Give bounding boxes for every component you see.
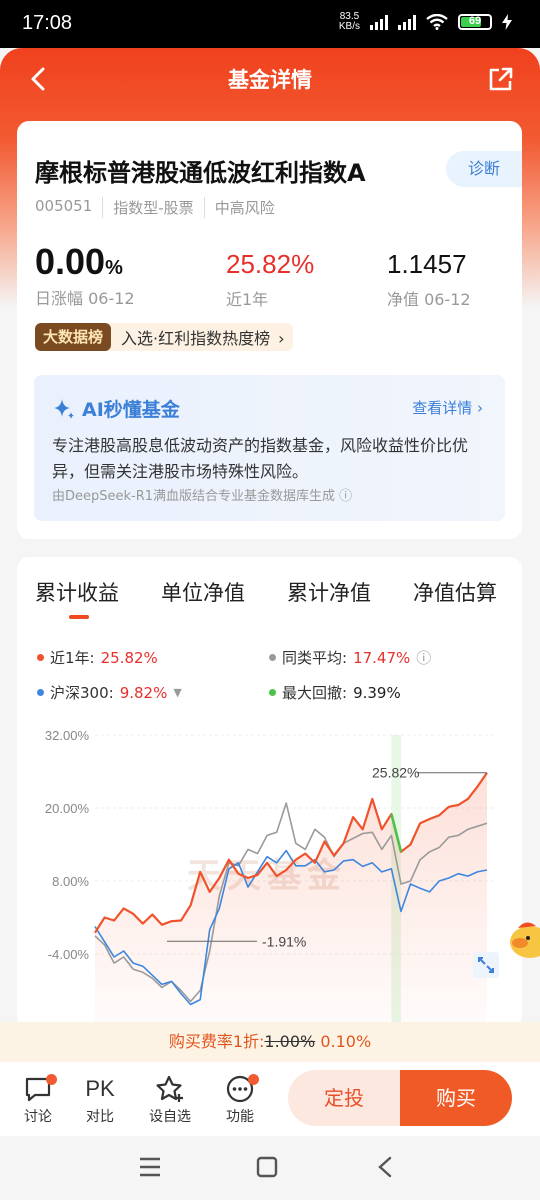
- max-annotation-label: 25.82%: [372, 765, 419, 781]
- fund-risk: 中高风险: [203, 197, 285, 218]
- buy-button[interactable]: 购买: [400, 1070, 512, 1126]
- ai-summary-box: AI秒懂基金 查看详情 › 专注港股高股息低波动资产的指数基金，风险收益性价比优…: [34, 375, 505, 521]
- return-chart[interactable]: 天天基金 32.00%20.00%8.00%-4.00%-16.00% 25.8…: [17, 727, 522, 1027]
- back-icon[interactable]: [376, 1156, 394, 1178]
- performance-card: 累计收益 单位净值 累计净值 净值估算 近1年: 25.82% 同类平均: 17.4…: [17, 557, 522, 1027]
- ai-source-note: 由DeepSeek-R1满血版结合专业基金数据库生成 ⓘ: [52, 489, 353, 504]
- y-tick-label: 32.00%: [45, 728, 90, 743]
- sparkle-icon: [54, 398, 74, 419]
- chevron-right-icon: ›: [278, 329, 285, 348]
- discuss-button[interactable]: 讨论: [13, 1072, 63, 1126]
- y-tick-label: 20.00%: [45, 801, 90, 816]
- compare-button[interactable]: PK 对比: [75, 1072, 125, 1126]
- notification-dot: [46, 1074, 57, 1085]
- ai-title: AI秒懂基金: [82, 399, 180, 421]
- legend-dot-peer: [269, 654, 276, 661]
- year-return-label: 近1年: [226, 290, 269, 309]
- fund-info-card: 摩根标普港股通低波红利指数A 诊断 005051 指数型-股票 中高风险 0.0…: [17, 121, 522, 539]
- legend-dot-fund: [37, 654, 44, 661]
- ai-detail-link[interactable]: 查看详情 ›: [412, 397, 483, 418]
- nav-stat: 1.1457 净值 06-12: [387, 249, 471, 310]
- chart-tabs: 累计收益 单位净值 累计净值 净值估算: [17, 577, 522, 617]
- features-button[interactable]: 功能: [215, 1072, 265, 1126]
- legend-fund: 近1年: 25.82%: [37, 647, 158, 668]
- nav-value: 1.1457: [387, 249, 467, 279]
- legend-dot-index: [37, 689, 44, 696]
- net-speed-indicator: 83.5 KB/s: [338, 11, 360, 32]
- day-change-value: 0.00: [35, 241, 106, 282]
- menu-icon[interactable]: [138, 1156, 162, 1178]
- rank-text: 入选·红利指数热度榜: [121, 329, 271, 348]
- rank-badge: 大数据榜: [35, 323, 112, 351]
- sip-button[interactable]: 定投: [288, 1070, 400, 1126]
- info-icon[interactable]: ⓘ: [416, 647, 431, 668]
- active-tab-indicator: [69, 615, 89, 619]
- home-icon[interactable]: [256, 1156, 278, 1178]
- tab-cumulative-return[interactable]: 累计收益: [35, 577, 119, 607]
- fund-type: 指数型-股票: [102, 197, 203, 218]
- mascot-icon[interactable]: [506, 910, 540, 960]
- signal-icon: [370, 14, 388, 30]
- legend-peer: 同类平均: 17.47% ⓘ: [269, 647, 431, 668]
- share-icon[interactable]: [486, 64, 516, 94]
- status-time: 17:08: [22, 12, 73, 34]
- signal-icon-2: [398, 14, 416, 30]
- system-nav-bar: [0, 1136, 540, 1200]
- rank-banner[interactable]: 大数据榜 入选·红利指数热度榜 ›: [35, 323, 293, 351]
- fund-code: 005051: [35, 197, 93, 215]
- legend-index[interactable]: 沪深300: 9.82% ▼: [37, 682, 182, 703]
- tab-cumulative-nav[interactable]: 累计净值: [287, 577, 371, 607]
- caret-down-icon: ▼: [173, 686, 182, 699]
- chevron-right-icon: ›: [477, 399, 483, 417]
- y-tick-label: -4.00%: [48, 947, 90, 962]
- year-return-stat: 25.82% 近1年: [226, 249, 314, 310]
- day-change-label: 日涨幅 06-12: [35, 289, 135, 308]
- expand-icon[interactable]: [473, 952, 499, 978]
- min-annotation-label: -1.91%: [262, 933, 306, 949]
- add-watchlist-button[interactable]: 设自选: [145, 1072, 195, 1126]
- bottom-action-bar: 讨论 PK 对比 设自选 功能 定投 购买: [0, 1062, 540, 1136]
- tab-nav-estimate[interactable]: 净值估算: [413, 577, 497, 607]
- fund-meta: 005051 指数型-股票 中高风险: [35, 197, 285, 218]
- day-change-unit: %: [105, 257, 123, 279]
- page-title: 基金详情: [228, 68, 312, 92]
- legend-drawdown: 最大回撤: 9.39%: [269, 682, 401, 703]
- diagnose-button[interactable]: 诊断: [446, 151, 522, 187]
- day-change-stat: 0.00% 日涨幅 06-12: [35, 241, 135, 309]
- fee-banner[interactable]: 购买费率1折:1.00% 0.10%: [0, 1022, 540, 1062]
- star-plus-icon: [156, 1075, 183, 1102]
- legend-dot-drawdown: [269, 689, 276, 696]
- fund-name: 摩根标普港股通低波红利指数A: [35, 159, 366, 187]
- status-bar: 17:08 83.5 KB/s 69: [0, 0, 540, 48]
- fee-label: 购买费率1折:: [168, 1032, 265, 1051]
- wifi-icon: [426, 14, 448, 30]
- pk-icon: PK: [85, 1076, 115, 1101]
- year-return-value: 25.82%: [226, 249, 315, 279]
- charging-icon: [502, 14, 512, 30]
- info-icon[interactable]: ⓘ: [339, 489, 352, 504]
- nav-label: 净值 06-12: [387, 290, 471, 309]
- tab-unit-nav[interactable]: 单位净值: [161, 577, 245, 607]
- ai-summary-text: 专注港股高股息低波动资产的指数基金，风险收益性价比优异，但需关注港股市场特殊性风…: [52, 436, 469, 481]
- fee-discount: 0.10%: [320, 1032, 372, 1051]
- battery-icon: 69: [458, 14, 492, 30]
- fund-area: [95, 772, 487, 1027]
- y-tick-label: 8.00%: [52, 874, 89, 889]
- notification-dot: [248, 1074, 259, 1085]
- fee-original: 1.00%: [264, 1032, 316, 1051]
